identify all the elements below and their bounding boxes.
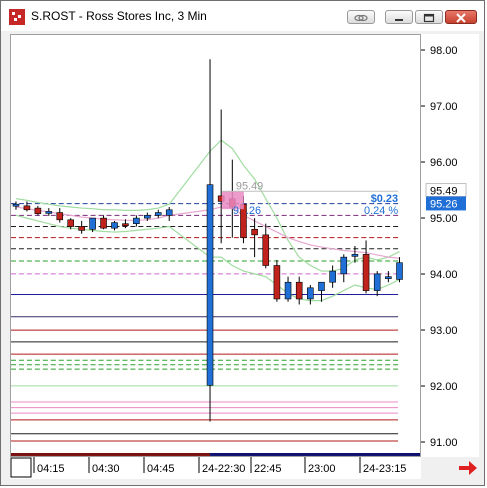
price-tick-label: 93.00 <box>430 325 458 337</box>
price-tick-label: 98.00 <box>430 45 458 57</box>
close-icon <box>456 13 466 23</box>
chart-app-icon <box>9 9 25 25</box>
time-tick-label: 24-23:15 <box>363 463 406 475</box>
candle-body <box>111 222 118 229</box>
minimize-button[interactable] <box>385 10 413 24</box>
current-value-tail: .26 <box>246 205 261 217</box>
change-value: $0.23 <box>371 193 398 205</box>
candle-body <box>100 217 107 229</box>
price-tick-label: 91.00 <box>430 437 458 449</box>
candle-body <box>133 217 140 225</box>
candle-body <box>262 234 270 266</box>
candle-body <box>329 270 336 283</box>
candle-body <box>67 219 74 227</box>
time-axis-corner-box <box>10 457 32 478</box>
time-tick-label: 24-22:30 <box>202 463 245 475</box>
candle-body <box>340 256 348 275</box>
candle-body <box>144 215 151 219</box>
x-axis-session-bar-right <box>210 452 420 456</box>
x-axis-session-bar-left <box>11 452 211 456</box>
price-tick-label: 96.00 <box>430 157 458 169</box>
chart-window: S.ROST - Ross Stores Inc, 3 Min 95.49 9 … <box>0 0 485 486</box>
title-bar[interactable]: S.ROST - Ross Stores Inc, 3 Min <box>1 1 484 31</box>
candle-body <box>284 281 292 300</box>
candle-body <box>273 265 281 300</box>
price-axis[interactable]: 98.00 97.00 96.00 95.00 94.00 93.00 92.00 91.00… <box>421 34 479 457</box>
link-icon <box>354 14 368 22</box>
candle-body <box>206 184 214 386</box>
time-tick-label: 22:45 <box>254 463 282 475</box>
price-tick-label: 95.00 <box>430 213 458 225</box>
level-lines <box>11 203 399 442</box>
close-button[interactable] <box>445 10 477 24</box>
time-axis[interactable]: 04:15 04:30 04:45 24-22:30 22:45 23:00 24-23:1… <box>10 457 421 479</box>
time-tick-label: 04:45 <box>147 463 175 475</box>
candle-body <box>34 207 42 214</box>
price-tick-label: 94.00 <box>430 269 458 281</box>
scroll-right-arrow-icon[interactable] <box>457 460 479 476</box>
time-tick-label: 04:30 <box>92 463 120 475</box>
candle-body <box>295 281 303 300</box>
candle-body <box>89 217 96 230</box>
candle-body <box>385 276 392 279</box>
highlight-value: 95.49 <box>236 180 263 192</box>
candle-body <box>251 228 258 236</box>
change-percent: 0.24 % <box>364 205 398 217</box>
candle-body <box>373 273 381 291</box>
candle-body <box>396 262 403 280</box>
window-title: S.ROST - Ross Stores Inc, 3 Min <box>31 9 207 23</box>
candle-body <box>318 281 325 291</box>
candle-body <box>362 254 370 291</box>
candle-body <box>165 209 173 216</box>
candle-body <box>122 223 129 226</box>
current-value-partial: 9 <box>233 205 239 217</box>
candle-body <box>78 226 85 231</box>
price-chart-plot[interactable]: 95.49 9 .26 $0.23 0.24 % <box>10 34 421 457</box>
candle-body <box>351 254 359 257</box>
time-tick-label: 23:00 <box>308 463 336 475</box>
candle-body <box>45 211 53 214</box>
candlesticks <box>12 59 403 422</box>
time-tick-label: 04:15 <box>37 463 65 475</box>
candle-body <box>154 212 162 216</box>
candle-body <box>56 212 64 221</box>
candle-body <box>12 203 20 207</box>
marker-price-label: 95.49 <box>430 186 458 198</box>
candle-body <box>23 205 31 211</box>
maximize-icon <box>423 13 435 23</box>
minimize-icon <box>395 19 403 21</box>
maximize-button[interactable] <box>415 10 443 24</box>
candle-body <box>307 287 314 300</box>
price-tick-label: 92.00 <box>430 381 458 393</box>
current-price-label: 95.26 <box>430 198 458 210</box>
price-tick-label: 97.00 <box>430 101 458 113</box>
link-button[interactable] <box>347 10 375 24</box>
